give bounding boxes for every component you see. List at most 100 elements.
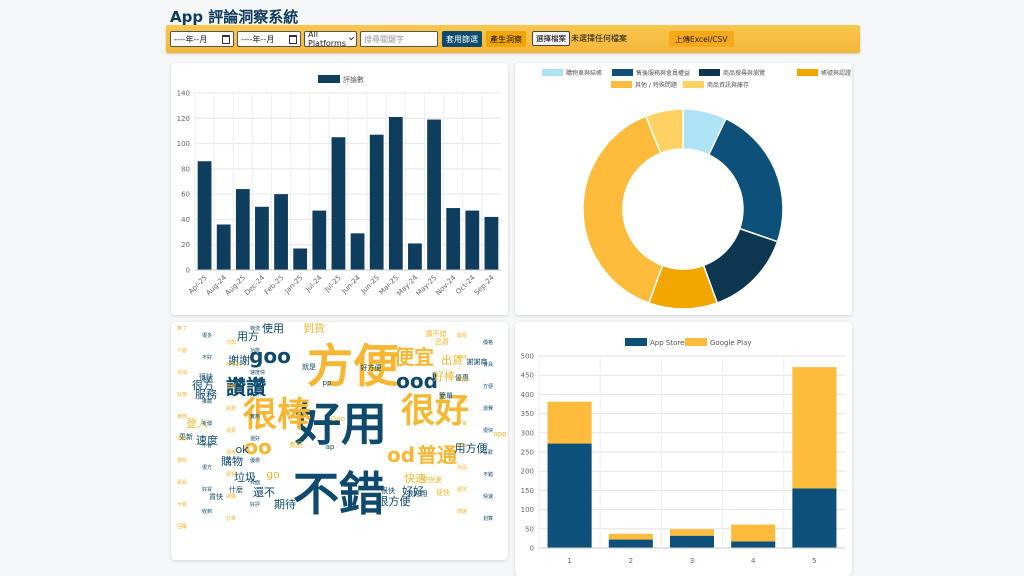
wordcloud-word: 會員 [483, 361, 493, 368]
platform-select[interactable]: All Platforms [304, 30, 357, 48]
wordcloud-word: 好棒 [433, 369, 455, 383]
wordcloud-word: 商品 [289, 440, 303, 449]
y-tick-label: 80 [181, 165, 190, 173]
category-donut-card: 購物車與結帳 售後服務與會員權益 商品搜尋與瀏覽 帳號與認證 其他 / 特殊問題 商品資訊… [515, 63, 852, 315]
wordcloud-word: 價格 [483, 339, 493, 346]
calendar-icon[interactable] [222, 34, 230, 44]
wordcloud-word: 回覆 [177, 524, 187, 530]
y-tick-label: 100 [521, 506, 534, 514]
x-tick-label: Jul-25 [322, 274, 342, 294]
wordcloud-word: go [266, 468, 280, 481]
legend-label: Google Play [710, 339, 752, 347]
wordcloud-word: 感謝 [457, 508, 467, 515]
wordcloud-word: 很快 [483, 427, 493, 434]
wordcloud-word: 不會 [202, 442, 212, 449]
wordcloud-word: 好評 [250, 501, 260, 508]
rating-platform-card: App Store Google Play 0 50 100 150 200 250 300 35… [515, 322, 852, 576]
wordcloud: 不錯好用方便很好很棒讚讚 oodoo便宜od 普通goo快速okgo謝謝垃圾購物很方… [177, 322, 507, 530]
bar [197, 161, 212, 270]
apply-filter-button[interactable]: 套用篩選 [442, 31, 482, 47]
date-to-input[interactable]: ----年--月 [237, 31, 301, 47]
y-tick-label: 150 [521, 487, 534, 495]
y-tick-label: 500 [521, 353, 534, 361]
date-from-input[interactable]: ----年--月 [170, 31, 234, 47]
wordcloud-word: 讚啦 [177, 457, 187, 464]
wordcloud-word: 好用 [177, 391, 187, 398]
wordcloud-word: 優惠 [250, 457, 260, 464]
bar-segment [547, 443, 592, 548]
wordcloud-word: 收到 [202, 508, 212, 515]
wordcloud-word: ood [396, 369, 438, 393]
wordcloud-word: 還好 [250, 435, 260, 442]
wordcloud-word: Goo [331, 415, 345, 423]
bar-segment [669, 535, 715, 548]
wordcloud-word: 介面 [177, 348, 187, 354]
bar [216, 224, 231, 270]
bar [312, 210, 327, 270]
x-tick-label: Jan-25 [283, 274, 305, 296]
y-tick-label: 400 [521, 391, 534, 399]
wordcloud-word: 速度快 [250, 369, 265, 376]
wordcloud-word: 期待 [457, 354, 467, 361]
legend-swatch [625, 338, 647, 346]
x-tick-label: 1 [567, 557, 571, 565]
wordcloud-word: 快速 [483, 493, 493, 500]
wordcloud-word: 頁面 [250, 480, 260, 486]
calendar-icon[interactable] [289, 34, 297, 44]
wordcloud-word: 很棒 [226, 449, 236, 456]
bar-segment [608, 533, 653, 540]
y-tick-label: 350 [521, 410, 534, 418]
y-tick-label: 120 [177, 115, 190, 123]
wordcloud-word: 超商 [457, 398, 467, 405]
legend-label: App Store [650, 339, 684, 347]
y-tick-label: 300 [521, 429, 534, 437]
wordcloud-word: 推薦 [202, 398, 212, 405]
upload-excel-csv-button[interactable]: 上傳Excel/CSV [669, 31, 734, 47]
legend-label: 評論數 [343, 75, 364, 84]
y-tick-label: 40 [181, 216, 190, 224]
x-tick-label: Feb-25 [263, 274, 286, 297]
wordcloud-word: ap [326, 443, 335, 451]
legend-label: 其他 / 特殊問題 [635, 81, 677, 89]
wordcloud-word: 卡頓 [177, 501, 187, 508]
y-tick-label: 140 [177, 90, 190, 98]
x-tick-label: Jun-25 [359, 274, 381, 296]
wordcloud-word: od [387, 443, 415, 467]
wordcloud-word: 很快 [381, 486, 395, 495]
bar-segment [731, 541, 776, 548]
generate-insight-button[interactable]: 產生洞察 [486, 31, 526, 47]
legend-swatch [797, 69, 818, 76]
wordcloud-word: 推了 [177, 325, 187, 332]
bar-segment [792, 488, 837, 548]
wordcloud-word: 好評 [250, 391, 260, 398]
file-status-text: 未選擇任何檔案 [571, 34, 627, 43]
bar [465, 210, 480, 270]
bar [427, 119, 441, 270]
wordcloud-word: 很方 [202, 464, 212, 471]
x-tick-label: 2 [629, 557, 633, 565]
x-tick-label: 4 [751, 557, 756, 565]
wordcloud-word: 東西 [177, 413, 187, 420]
bar-segment [731, 524, 776, 542]
wordcloud-word: 品質 [435, 337, 449, 346]
y-tick-label: 0 [530, 545, 534, 553]
wordcloud-word: 貨快 [209, 492, 223, 501]
y-tick-label: 50 [525, 525, 534, 533]
bar-segment [669, 529, 715, 536]
wordcloud-word: 物流 [250, 325, 260, 332]
x-tick-label: Jul-24 [303, 273, 324, 294]
wordcloud-word: 網購 [226, 493, 236, 500]
wordcloud-word: 很讚 [457, 376, 467, 383]
wordcloud-card: 不錯 好用 方便 很好 很棒 讚讚 ood oo 便宜 od 普通 goo 快速 ok go 謝謝 垃圾 購物 很方… [171, 322, 508, 560]
wordcloud-word: 下單 [457, 421, 467, 427]
bar [388, 117, 403, 270]
choose-file-button[interactable]: 選擇檔案 [532, 31, 570, 46]
y-tick-label: 0 [186, 267, 190, 275]
wordcloud-word: 便宜 [394, 345, 434, 369]
search-input[interactable]: 搜尋關鍵字 [360, 31, 438, 47]
bar [350, 233, 365, 270]
legend-swatch [685, 338, 707, 346]
legend-swatch [699, 69, 720, 76]
y-tick-label: 250 [521, 449, 534, 457]
bar [293, 248, 308, 270]
